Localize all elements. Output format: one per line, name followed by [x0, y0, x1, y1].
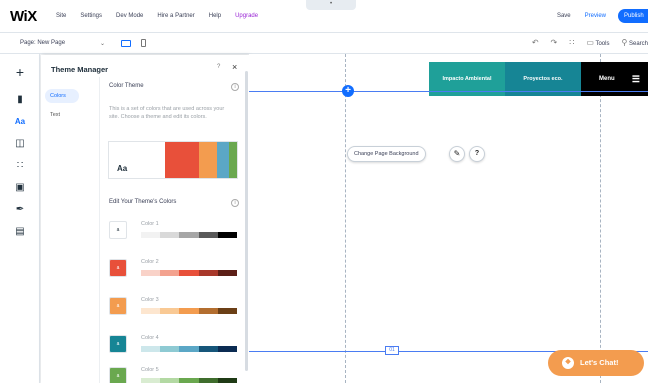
chat-icon: ❖ — [562, 357, 574, 369]
chat-label: Let's Chat! — [580, 358, 619, 367]
color-shades — [141, 346, 238, 352]
search-button[interactable]: ⚲ Search — [621, 38, 648, 47]
tools-icon: ▭ — [586, 38, 594, 47]
editor-canvas[interactable]: Impacto Ambiental Proyectos eco. Menu ☰ +… — [249, 54, 648, 383]
color-label: Color 1 — [141, 221, 159, 227]
color-swatch-1[interactable]: a — [109, 221, 127, 239]
media-icon[interactable]: ▣ — [14, 182, 26, 194]
color-swatch-2[interactable]: a — [109, 259, 127, 277]
publish-button[interactable]: Publish — [618, 9, 648, 23]
color-shades — [141, 232, 238, 238]
zoom-icon[interactable]: ∷ — [569, 38, 574, 47]
chat-button[interactable]: ❖ Let's Chat! — [548, 350, 644, 376]
change-background-button[interactable]: Change Page Background — [347, 146, 426, 162]
page-selector[interactable]: Page: New Page — [20, 40, 100, 46]
left-rail: + ▮ Aa ◫ ∷ ▣ ✒ ▤ — [0, 54, 40, 383]
tools-label: Tools — [595, 41, 610, 47]
save-button[interactable]: Save — [557, 13, 571, 19]
edit-pencil-icon[interactable]: ✎ — [449, 146, 465, 162]
panel-title: Theme Manager — [51, 65, 109, 74]
toolbar-right: ↶ ↷ ∷ ▭ Tools ⚲ Search — [532, 38, 648, 47]
color-shades — [141, 270, 238, 276]
color-row[interactable]: a Color 5 — [107, 367, 241, 383]
nav-menu-label: Menu — [599, 76, 615, 82]
tab-text[interactable]: Text — [45, 108, 79, 122]
panel-tabs: Colors Text — [41, 83, 99, 383]
color-swatch-4[interactable]: a — [109, 335, 127, 353]
top-menu: Site Settings Dev Mode Hire a Partner He… — [56, 13, 272, 19]
menu-settings[interactable]: Settings — [80, 13, 102, 19]
header-boundary — [249, 91, 648, 92]
theme-icon[interactable]: Aa — [14, 116, 26, 128]
color-row[interactable]: a Color 4 — [107, 335, 241, 361]
panel-content: Color Theme i This is a set of colors th… — [107, 55, 241, 383]
background-icon[interactable]: ◫ — [14, 138, 26, 150]
theme-swatch-4 — [229, 142, 237, 178]
menu-hire-partner[interactable]: Hire a Partner — [157, 13, 194, 19]
add-section-button[interactable]: + — [342, 85, 354, 97]
panel-scrollbar[interactable] — [245, 71, 248, 371]
menu-dev-mode[interactable]: Dev Mode — [116, 13, 143, 19]
theme-swatch-3 — [217, 142, 229, 178]
color-label: Color 2 — [141, 259, 159, 265]
wix-logo[interactable]: WiX — [10, 8, 46, 25]
color-theme-title: Color Theme — [109, 83, 144, 89]
edit-colors-title: Edit Your Theme's Colors — [109, 199, 177, 205]
chevron-down-icon[interactable]: ⌄ — [100, 40, 105, 47]
menu-upgrade[interactable]: Upgrade — [235, 13, 258, 19]
undo-icon[interactable]: ↶ — [532, 38, 539, 47]
add-icon[interactable]: + — [14, 65, 26, 79]
menu-site[interactable]: Site — [56, 13, 66, 19]
theme-swatch-2 — [199, 142, 217, 178]
search-label: Search — [628, 41, 648, 47]
color-label: Color 3 — [141, 297, 159, 303]
blog-icon[interactable]: ✒ — [14, 204, 26, 216]
color-swatch-5[interactable]: a — [109, 367, 127, 383]
theme-preview-card[interactable]: Aa — [108, 141, 238, 179]
top-bar: WiX Site Settings Dev Mode Hire a Partne… — [0, 0, 648, 33]
mobile-icon[interactable] — [141, 39, 147, 47]
search-icon: ⚲ — [621, 38, 628, 47]
info-icon[interactable]: i — [231, 83, 239, 91]
color-row[interactable]: a Color 3 — [107, 297, 241, 323]
collapse-tab[interactable]: • — [306, 0, 356, 10]
apps-icon[interactable]: ∷ — [14, 160, 26, 172]
tools-button[interactable]: ▭ Tools — [586, 38, 609, 47]
top-actions: Save Preview Publish — [557, 9, 648, 23]
tab-colors[interactable]: Colors — [45, 89, 79, 103]
color-theme-desc: This is a set of colors that are used ac… — [109, 106, 225, 120]
theme-swatch-1 — [165, 142, 199, 178]
editor-toolbar: Page: New Page ⌄ ↶ ↷ ∷ ▭ Tools ⚲ Search — [0, 33, 648, 54]
panel-divider — [99, 77, 100, 383]
menu-help[interactable]: Help — [209, 13, 221, 19]
desktop-icon[interactable] — [121, 39, 132, 47]
color-shades — [141, 378, 238, 383]
color-shades — [141, 308, 238, 314]
gridline-left — [345, 54, 346, 383]
color-swatch-3[interactable]: a — [109, 297, 127, 315]
pages-icon[interactable]: ▮ — [14, 94, 26, 106]
color-row[interactable]: a Color 2 — [107, 259, 241, 285]
color-label: Color 4 — [141, 335, 159, 341]
preview-button[interactable]: Preview — [585, 13, 606, 19]
help-icon[interactable]: ? — [469, 146, 485, 162]
info-icon[interactable]: i — [231, 199, 239, 207]
color-row[interactable]: a Color 1 — [107, 221, 241, 247]
footer-tag[interactable]: 01 — [385, 346, 399, 355]
redo-icon[interactable]: ↷ — [551, 38, 558, 47]
theme-manager-panel: Theme Manager ? × Colors Text Color Them… — [41, 55, 249, 383]
gridline-right — [600, 54, 601, 383]
business-icon[interactable]: ▤ — [14, 226, 26, 238]
color-label: Color 5 — [141, 367, 159, 373]
theme-aa: Aa — [109, 142, 165, 178]
